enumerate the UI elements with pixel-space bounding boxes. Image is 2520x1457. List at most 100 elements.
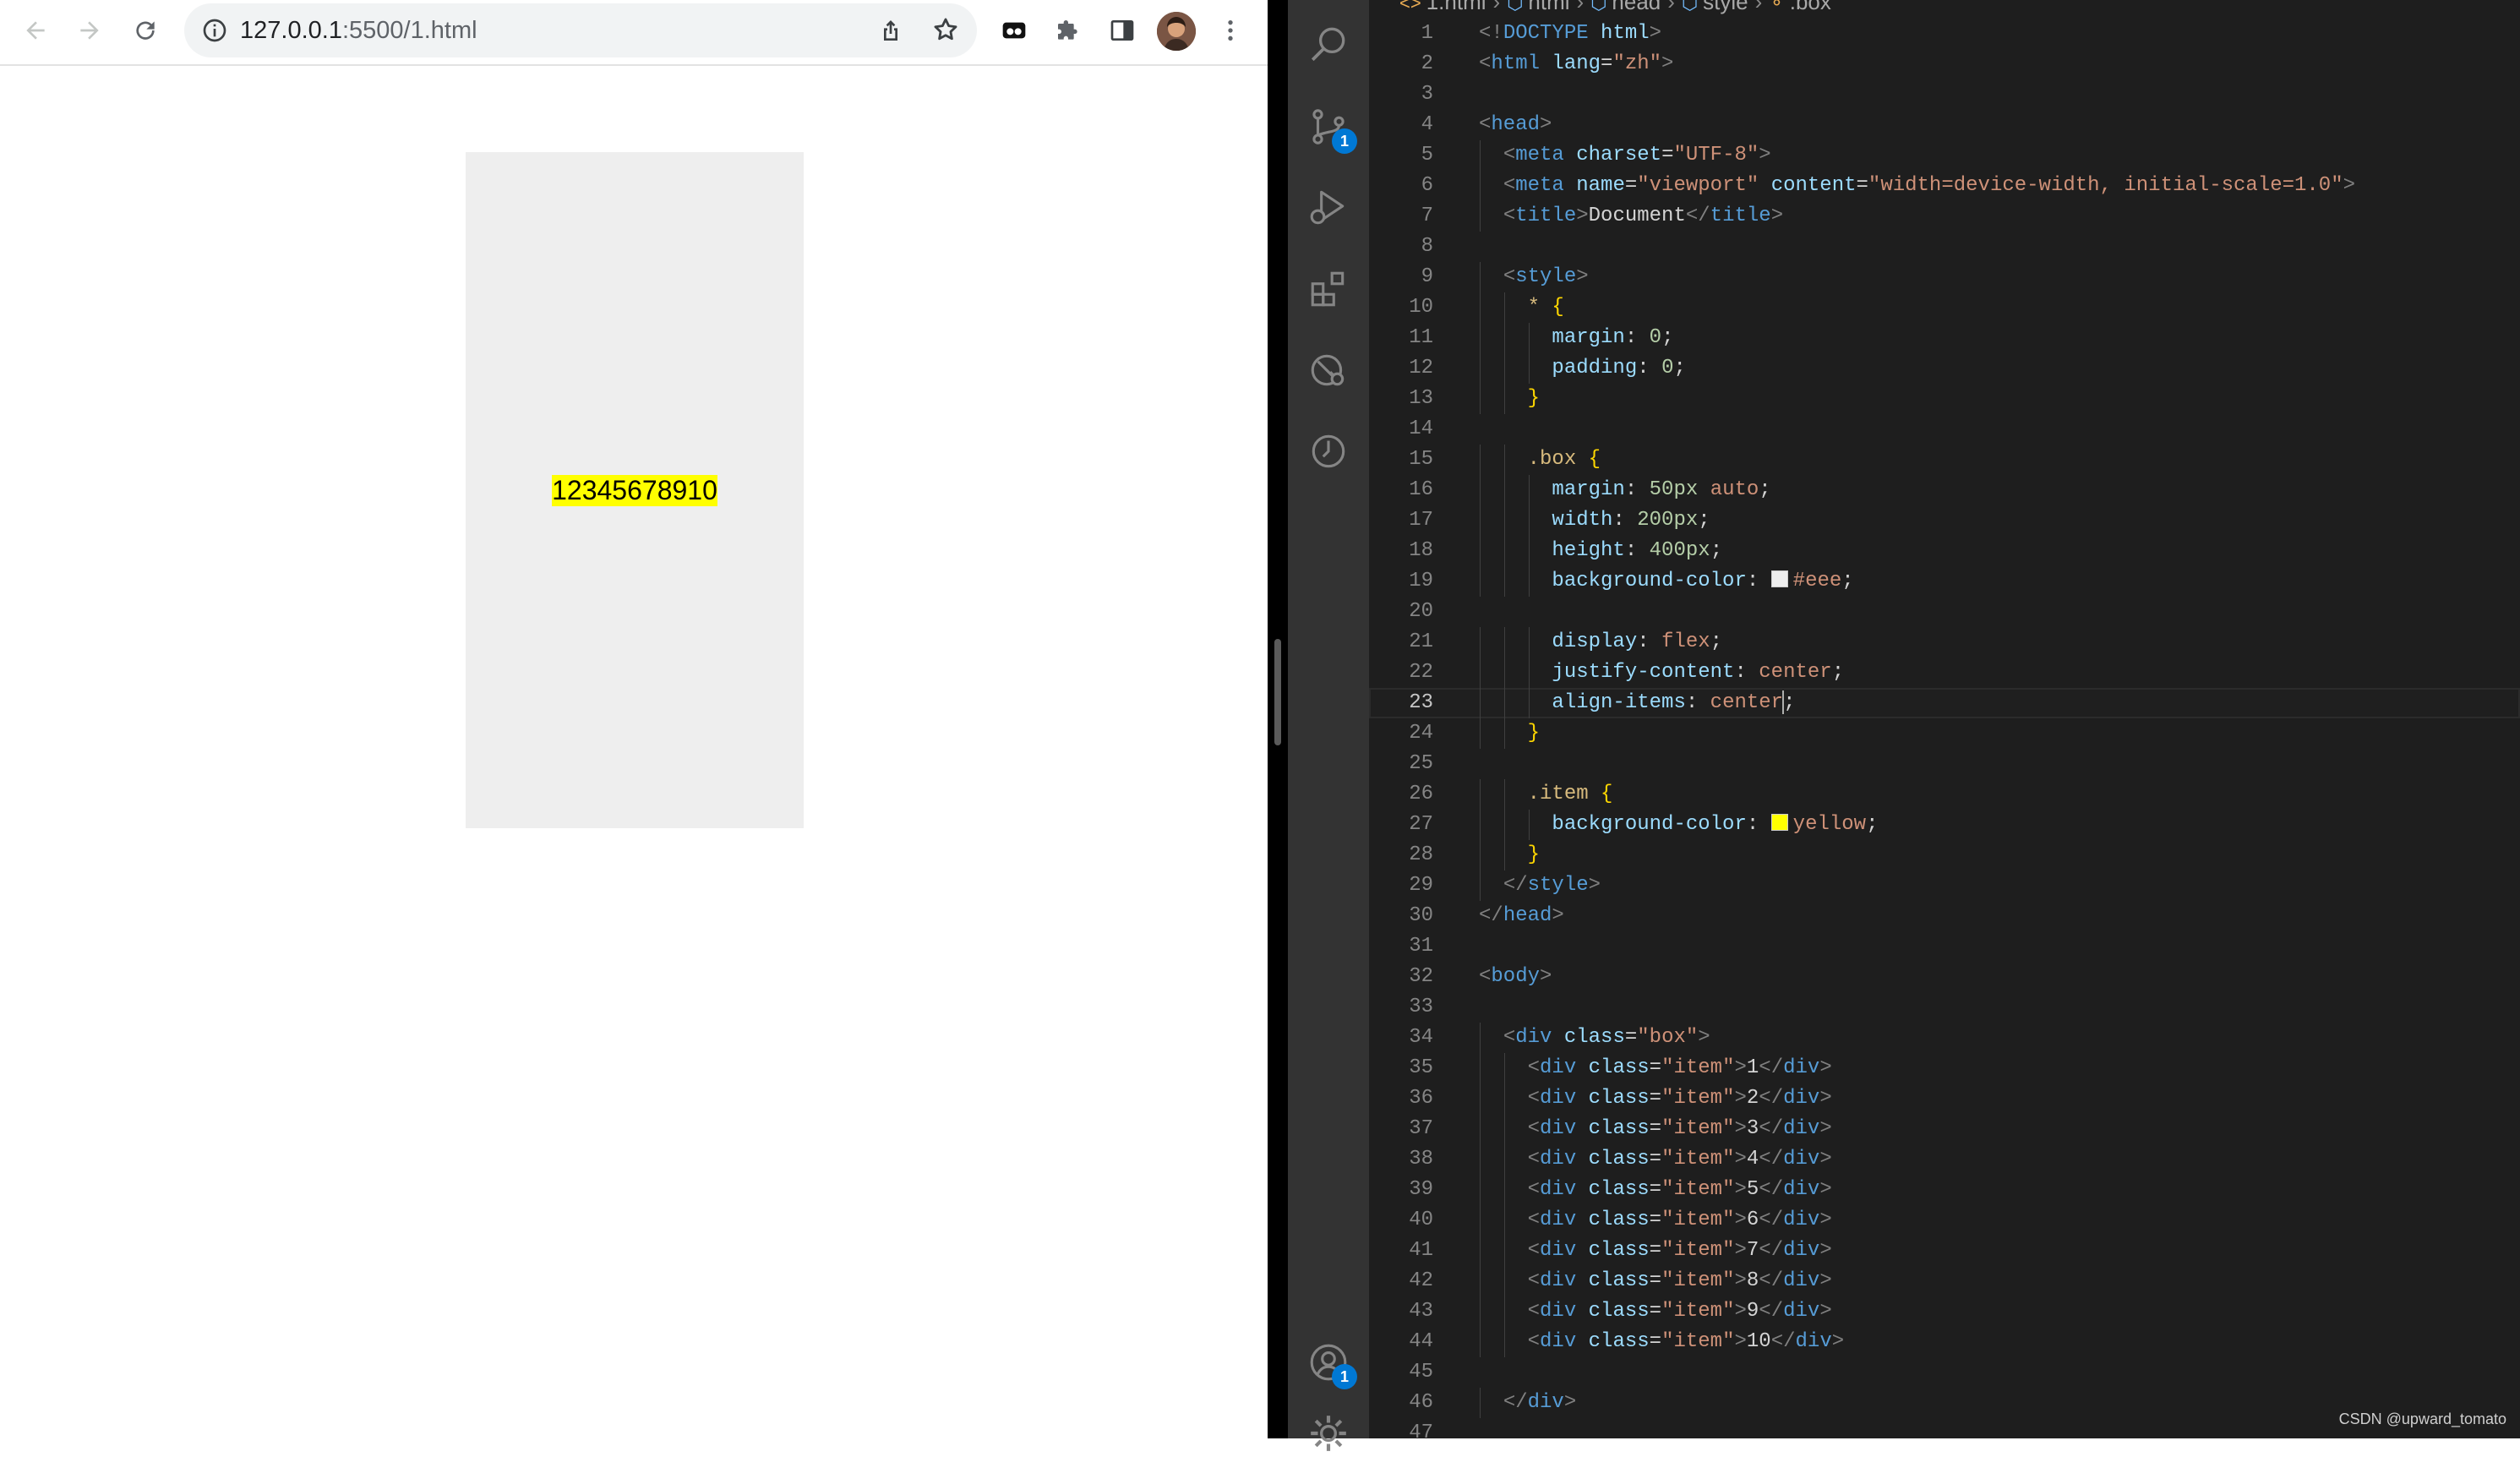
code-text: }: [1527, 387, 1541, 410]
code-line[interactable]: 23 align-items: center;: [1369, 688, 2520, 718]
code-text: }: [1527, 722, 1541, 745]
breadcrumb-item[interactable]: 1.html: [1426, 0, 1486, 14]
search-icon[interactable]: [1305, 20, 1352, 68]
code-line[interactable]: 41 <div class="item">7</div>: [1369, 1236, 2520, 1266]
code-line[interactable]: 9 <style>: [1369, 262, 2520, 292]
address-bar[interactable]: 127.0.0.1:5500/1.html: [184, 3, 977, 57]
breadcrumb-item[interactable]: html: [1528, 0, 1569, 14]
remote-explorer-icon[interactable]: [1305, 347, 1352, 394]
code-line[interactable]: 37 <div class="item">3</div>: [1369, 1114, 2520, 1144]
color-swatch[interactable]: [1770, 570, 1788, 587]
share-icon[interactable]: [877, 17, 904, 44]
site-info-icon[interactable]: [201, 17, 228, 44]
line-number: 25: [1409, 752, 1433, 775]
color-swatch[interactable]: [1770, 814, 1788, 831]
code-text: <meta charset="UTF-8">: [1503, 144, 1771, 166]
extension-icon[interactable]: [995, 12, 1033, 49]
code-line[interactable]: 17 width: 200px;: [1369, 505, 2520, 536]
line-number: 27: [1409, 813, 1433, 836]
line-number: 42: [1409, 1269, 1433, 1292]
extensions-icon[interactable]: [1305, 265, 1352, 313]
code-line[interactable]: 42 <div class="item">8</div>: [1369, 1266, 2520, 1296]
code-line[interactable]: 44 <div class="item">10</div>: [1369, 1327, 2520, 1357]
code-line[interactable]: 21 display: flex;: [1369, 627, 2520, 658]
line-number: 28: [1409, 843, 1433, 866]
manage-gear-icon[interactable]: [1305, 1410, 1352, 1457]
code-line[interactable]: 40 <div class="item">6</div>: [1369, 1205, 2520, 1236]
code-line[interactable]: 15 .box {: [1369, 445, 2520, 475]
timeline-icon[interactable]: [1305, 428, 1352, 475]
profile-avatar[interactable]: [1157, 12, 1196, 51]
code-text: .item {: [1527, 783, 1613, 805]
code-line[interactable]: 16 margin: 50px auto;: [1369, 475, 2520, 505]
code-line[interactable]: 38 <div class="item">4</div>: [1369, 1144, 2520, 1175]
code-line[interactable]: 3: [1369, 79, 2520, 110]
code-line[interactable]: 13 }: [1369, 384, 2520, 414]
code-line[interactable]: 39 <div class="item">5</div>: [1369, 1175, 2520, 1205]
code-line[interactable]: 1 <!DOCTYPE html>: [1369, 19, 2520, 49]
code-line[interactable]: 25: [1369, 749, 2520, 779]
url-text[interactable]: 127.0.0.1:5500/1.html: [240, 3, 477, 57]
code-line[interactable]: 5 <meta charset="UTF-8">: [1369, 140, 2520, 171]
code-line[interactable]: 31: [1369, 931, 2520, 962]
code-line[interactable]: 27 background-color: yellow;: [1369, 810, 2520, 840]
flex-item: 8: [657, 474, 673, 506]
source-control-icon[interactable]: 1: [1305, 103, 1357, 154]
code-line[interactable]: 12 padding: 0;: [1369, 353, 2520, 384]
splitter-handle[interactable]: [1274, 639, 1281, 745]
line-number: 40: [1409, 1209, 1433, 1231]
line-number: 2: [1421, 52, 1433, 75]
code-line[interactable]: 22 justify-content: center;: [1369, 658, 2520, 688]
code-line[interactable]: 28 }: [1369, 840, 2520, 870]
window-splitter[interactable]: [1268, 0, 1288, 1438]
code-text: <div class="item">1</div>: [1527, 1056, 1832, 1079]
code-line[interactable]: 18 height: 400px;: [1369, 536, 2520, 566]
code-editor[interactable]: <> 1.html › ⬡ html › ⬡ head › ⬡ style › ⚬ .box 1 <!DOC…: [1369, 0, 2520, 1438]
code-line[interactable]: 34 <div class="box">: [1369, 1023, 2520, 1053]
element-icon: ⬡: [1681, 0, 1699, 14]
line-number: 33: [1409, 996, 1433, 1018]
code-line[interactable]: 45: [1369, 1357, 2520, 1388]
code-line[interactable]: 35 <div class="item">1</div>: [1369, 1053, 2520, 1083]
side-panel-icon[interactable]: [1104, 12, 1141, 49]
code-line[interactable]: 20: [1369, 597, 2520, 627]
puzzle-icon[interactable]: [1050, 12, 1087, 49]
line-number: 20: [1409, 600, 1433, 623]
line-number: 41: [1409, 1239, 1433, 1262]
more-vert-icon[interactable]: [1212, 12, 1249, 49]
code-line[interactable]: 11 margin: 0;: [1369, 323, 2520, 353]
accounts-icon[interactable]: 1: [1305, 1339, 1357, 1389]
line-number: 23: [1409, 691, 1433, 714]
code-line[interactable]: 4 <head>: [1369, 110, 2520, 140]
code-line[interactable]: 29 </style>: [1369, 870, 2520, 901]
code-line[interactable]: 24 }: [1369, 718, 2520, 749]
css-selector-icon: ⚬: [1769, 0, 1785, 14]
code-line[interactable]: 10 * {: [1369, 292, 2520, 323]
code-lines[interactable]: 1 <!DOCTYPE html> 2 <html lang="zh"> 3 4 <head…: [1369, 19, 2520, 1438]
forward-arrow-icon[interactable]: [71, 12, 108, 49]
code-line[interactable]: 8: [1369, 232, 2520, 262]
breadcrumb-item[interactable]: .box: [1790, 0, 1831, 14]
code-line[interactable]: 33: [1369, 992, 2520, 1023]
code-text: <body>: [1479, 965, 1552, 988]
line-number: 7: [1421, 205, 1433, 227]
run-debug-icon[interactable]: [1305, 184, 1352, 232]
code-line[interactable]: 26 .item {: [1369, 779, 2520, 810]
accounts-badge: 1: [1332, 1364, 1357, 1389]
code-line[interactable]: 19 background-color: #eee;: [1369, 566, 2520, 597]
breadcrumb-item[interactable]: head: [1612, 0, 1661, 14]
code-line[interactable]: 32 <body>: [1369, 962, 2520, 992]
back-arrow-icon[interactable]: [17, 12, 54, 49]
code-line[interactable]: 2 <html lang="zh">: [1369, 49, 2520, 79]
reload-icon[interactable]: [127, 12, 164, 49]
bookmark-star-icon[interactable]: [931, 15, 960, 44]
code-text: <div class="item">9</div>: [1527, 1300, 1832, 1323]
breadcrumb-item[interactable]: style: [1703, 0, 1748, 14]
code-line[interactable]: 43 <div class="item">9</div>: [1369, 1296, 2520, 1327]
code-line[interactable]: 30 </head>: [1369, 901, 2520, 931]
code-line[interactable]: 36 <div class="item">2</div>: [1369, 1083, 2520, 1114]
code-line[interactable]: 6 <meta name="viewport" content="width=d…: [1369, 171, 2520, 201]
code-line[interactable]: 14: [1369, 414, 2520, 445]
line-number: 8: [1421, 235, 1433, 258]
code-line[interactable]: 7 <title>Document</title>: [1369, 201, 2520, 232]
